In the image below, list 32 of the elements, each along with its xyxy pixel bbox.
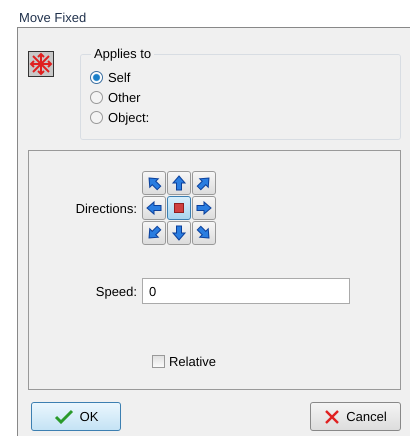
direction-button[interactable]: [192, 221, 216, 245]
window-title: Move Fixed: [18, 9, 88, 27]
arrow-icon: [171, 225, 187, 241]
direction-button[interactable]: [142, 221, 166, 245]
direction-button[interactable]: [192, 171, 216, 195]
close-icon: [324, 408, 340, 424]
stop-icon: [174, 203, 184, 213]
speed-field[interactable]: 0: [142, 278, 350, 304]
radio-option[interactable]: Other: [90, 89, 390, 106]
direction-button[interactable]: [142, 171, 166, 195]
group-label: Applies to: [91, 46, 154, 61]
direction-button[interactable]: [167, 171, 191, 195]
arrow-icon: [196, 200, 212, 216]
direction-button[interactable]: [142, 196, 166, 220]
ok-button[interactable]: OK: [31, 402, 121, 431]
directions-label: Directions:: [74, 200, 138, 216]
direction-button[interactable]: [167, 221, 191, 245]
arrow-icon: [196, 225, 212, 241]
speed-label: Speed:: [94, 284, 138, 298]
direction-button[interactable]: [192, 196, 216, 220]
cancel-button[interactable]: Cancel: [310, 402, 401, 431]
relative-checkbox[interactable]: Relative: [152, 354, 216, 369]
checkmark-icon: [54, 408, 74, 424]
arrow-icon: [196, 175, 212, 191]
arrows-icon: [28, 51, 54, 77]
arrow-icon: [146, 225, 162, 241]
arrow-icon: [146, 175, 162, 191]
radio-option[interactable]: Object:: [90, 109, 390, 126]
radio-option[interactable]: Self: [90, 69, 390, 86]
stop-button[interactable]: [167, 196, 191, 220]
arrow-icon: [171, 175, 187, 191]
arrow-icon: [146, 200, 162, 216]
